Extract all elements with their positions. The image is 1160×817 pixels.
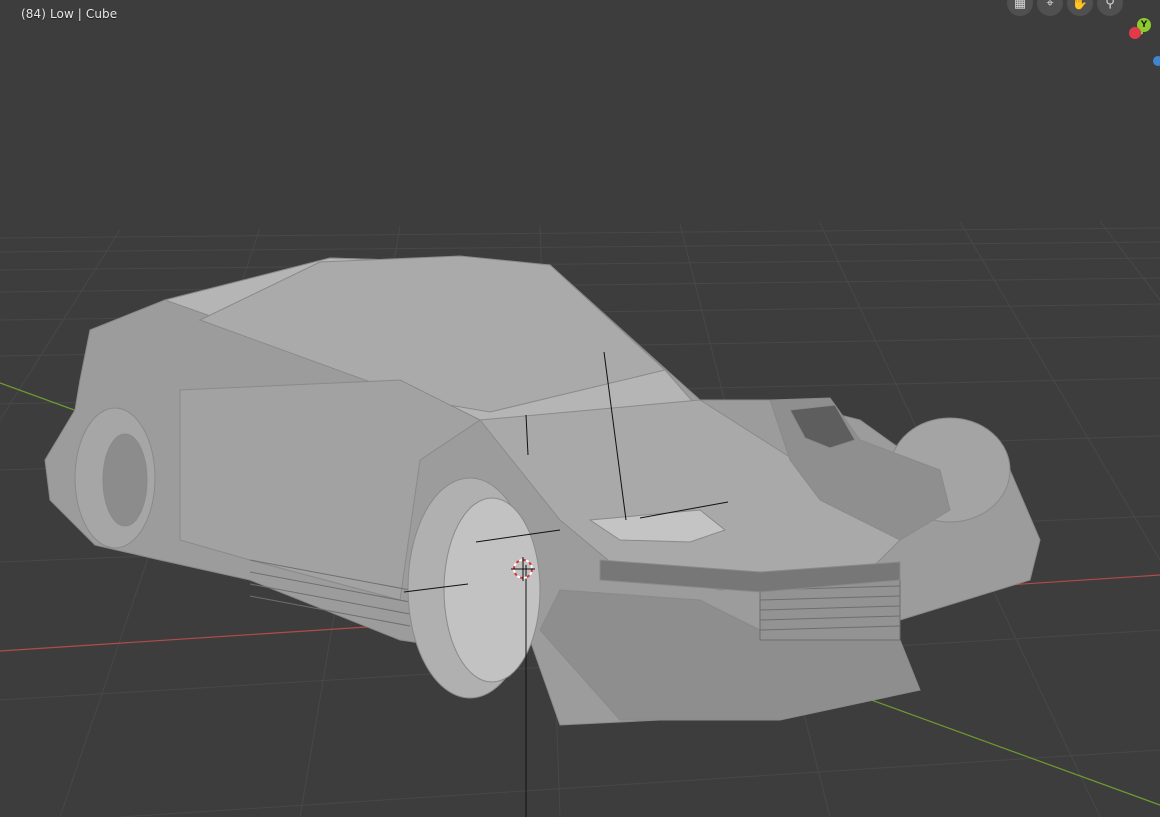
gizmo-x-axis[interactable] <box>1129 27 1141 39</box>
3d-viewport[interactable] <box>0 0 1160 817</box>
gizmo-z-axis[interactable] <box>1153 56 1160 66</box>
navigation-gizmo[interactable]: Y <box>1120 10 1160 70</box>
viewport-object-info: (84) Low | Cube <box>21 7 118 21</box>
car-model[interactable] <box>44 255 1041 726</box>
